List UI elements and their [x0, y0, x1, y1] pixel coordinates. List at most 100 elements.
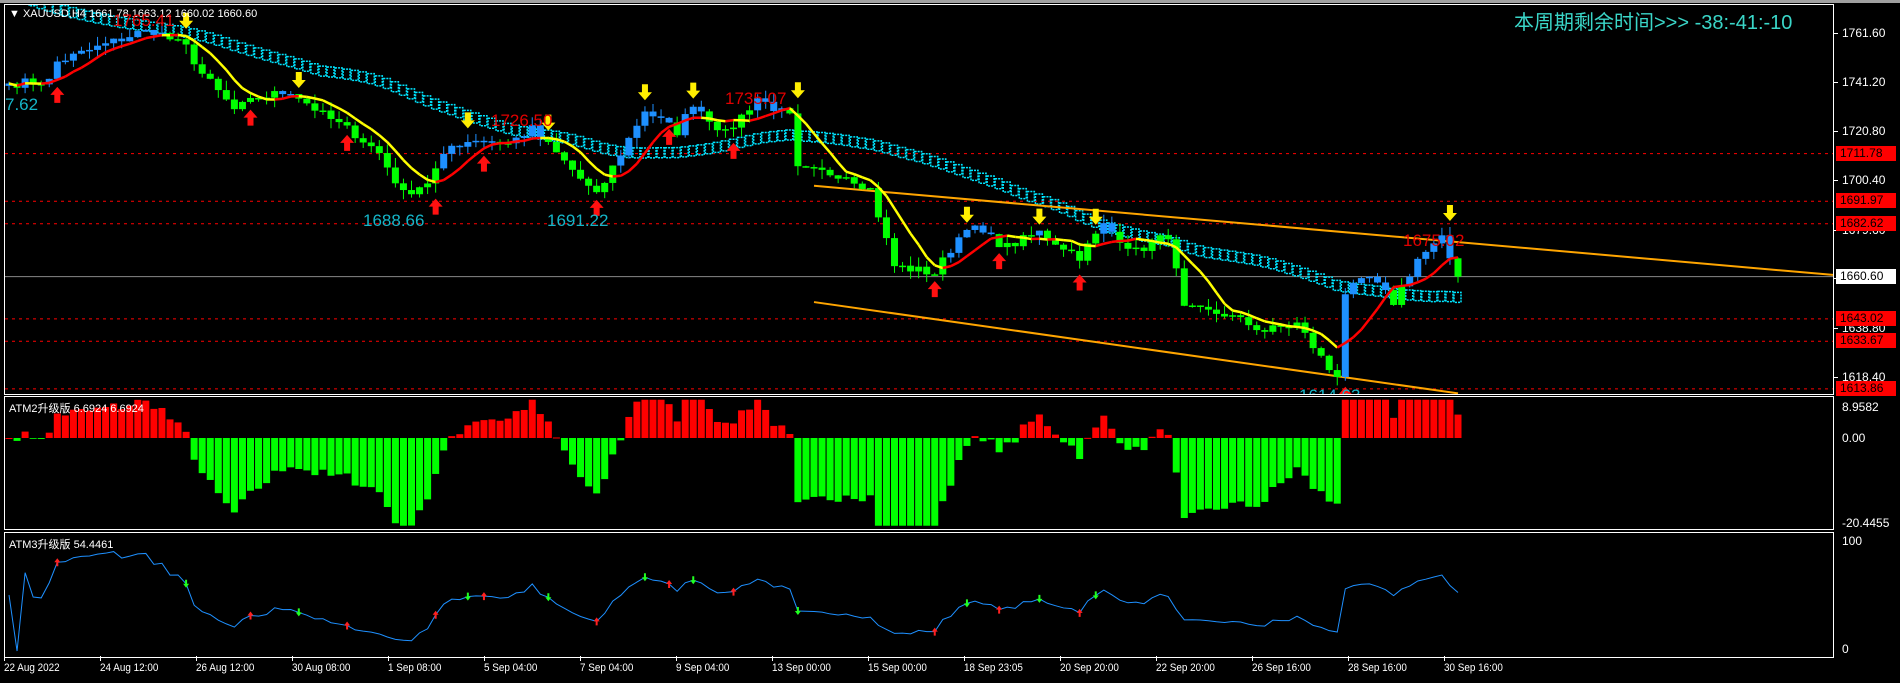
slow-ma-band-segment: [1252, 254, 1261, 266]
slow-ma-band-segment: [479, 114, 488, 127]
slow-ma-band-segment: [261, 49, 271, 61]
atm2-bar-negative: [214, 438, 222, 494]
atm2-bar-negative: [247, 438, 254, 491]
signal-ma-segment: [1207, 280, 1218, 294]
signal-ma-segment: [121, 42, 131, 48]
candle-body: [335, 118, 343, 123]
signal-ma-segment: [507, 140, 517, 145]
candle-body: [182, 39, 190, 45]
atm2-bar-negative: [560, 438, 568, 451]
atm2-bar-negative: [794, 438, 802, 503]
collapse-triangle-icon[interactable]: ▼: [9, 8, 23, 20]
time-tick-label: 30 Aug 08:00: [292, 662, 351, 674]
candle-body: [882, 217, 890, 239]
level-price-tag: 1691.97: [1836, 193, 1896, 209]
atm2-histogram: [5, 399, 1462, 526]
slow-ma-band-segment: [841, 134, 850, 147]
atm2-bar-positive: [770, 425, 778, 438]
buy-arrow-icon: [476, 155, 491, 172]
price-tick: [1834, 180, 1838, 181]
time-tick-label: 1 Sep 08:00: [388, 662, 442, 674]
slow-ma-band-segment: [938, 158, 947, 170]
atm2-bar-positive: [166, 419, 174, 438]
sell-arrow-icon: [686, 82, 701, 99]
slow-ma-band-segment: [302, 60, 311, 72]
atm2-bar-negative: [327, 438, 335, 476]
atm2-bar-negative: [335, 438, 343, 475]
candle-body: [657, 116, 665, 118]
slow-ma-band-segment: [777, 129, 786, 142]
main-price-chart[interactable]: ▼ XAUUSD,H4 1661.78 1663.12 1660.02 1660…: [4, 4, 1834, 395]
atm2-bar-positive: [697, 399, 705, 438]
signal-ma-segment: [1296, 325, 1306, 330]
signal-ma-segment: [217, 60, 228, 71]
candle-body: [721, 129, 729, 131]
atm2-bar-negative: [947, 438, 955, 486]
candle-body: [1309, 332, 1317, 349]
signal-ma-segment: [1127, 237, 1137, 242]
atm2-bar-negative: [899, 438, 907, 526]
signal-ma-segment: [1159, 241, 1169, 245]
slow-ma-band-segment: [406, 88, 416, 100]
atm3-sell-arrow-icon: [1092, 591, 1099, 600]
atm3-sell-arrow-icon: [794, 607, 801, 616]
signal-ma-segment: [346, 111, 356, 120]
candle-body: [472, 140, 480, 143]
atm3-sell-arrow-icon: [295, 608, 302, 617]
slow-ma-band-segment: [1324, 276, 1333, 288]
atm2-bar-negative: [593, 438, 601, 494]
signal-ma-segment: [1071, 239, 1081, 246]
atm3-sell-arrow-icon: [690, 576, 697, 585]
candle-body: [1124, 242, 1132, 249]
candle-body: [1068, 249, 1076, 252]
signal-ma-segment: [950, 260, 960, 268]
signal-ma-segment: [1368, 308, 1379, 321]
atm2-bar-negative: [1060, 438, 1068, 443]
candle-body: [94, 45, 102, 50]
atm2-bar-positive: [1349, 399, 1357, 438]
signal-ma-segment: [113, 44, 123, 51]
atm2-bar-positive: [1438, 399, 1446, 438]
slow-ma-band-segment: [873, 140, 883, 152]
time-tick: [964, 656, 965, 661]
slow-ma-band-segment: [414, 91, 424, 104]
time-tick: [1060, 656, 1061, 661]
time-tick: [772, 656, 773, 661]
atm2-bar-negative: [279, 438, 287, 472]
slow-ma-band-segment: [1332, 279, 1341, 292]
atm2-bar-negative: [834, 438, 842, 502]
atm2-indicator-panel[interactable]: ATM2升级版 6.6924 6.6924: [4, 396, 1834, 530]
signal-ma-segment: [909, 232, 920, 246]
slow-ma-band-segment: [954, 163, 963, 176]
atm2-bar-negative: [818, 438, 826, 497]
signal-ma-segment: [1425, 272, 1435, 280]
slow-ma-band-segment: [978, 172, 987, 184]
candle-body: [86, 49, 93, 52]
candle-body: [1221, 313, 1229, 317]
atm3-indicator-panel[interactable]: ATM3升级版 54.4461: [4, 532, 1834, 658]
slow-ma-band-segment: [986, 175, 995, 187]
atm2-bar-positive: [544, 421, 552, 438]
slow-ma-band-segment: [1074, 209, 1084, 222]
signal-ma-segment: [137, 36, 147, 43]
signal-ma-segment: [306, 95, 316, 100]
slow-ma-band-segment: [1445, 290, 1454, 303]
atm2-bar-positive: [971, 436, 979, 438]
atm3-buy-arrow-icon: [666, 579, 673, 588]
atm2-bar-positive: [182, 431, 190, 438]
atm2-bar-negative: [263, 438, 271, 484]
candle-body: [1454, 258, 1462, 277]
atm2-bar-negative: [1221, 438, 1229, 509]
candle-body: [1140, 247, 1148, 251]
signal-ma-segment: [153, 33, 163, 38]
atm2-bar-positive: [1374, 399, 1381, 438]
atm2-bar-negative: [1261, 438, 1269, 502]
time-tick-label: 20 Sep 20:00: [1060, 662, 1119, 674]
signal-ma-segment: [709, 117, 718, 122]
atm2-zero-label: 0.00: [1842, 431, 1866, 445]
candle-body: [198, 64, 206, 74]
slow-ma-band-segment: [688, 145, 697, 157]
candle-body: [689, 106, 697, 115]
candle-body: [440, 153, 448, 169]
signal-ma-segment: [282, 95, 292, 100]
